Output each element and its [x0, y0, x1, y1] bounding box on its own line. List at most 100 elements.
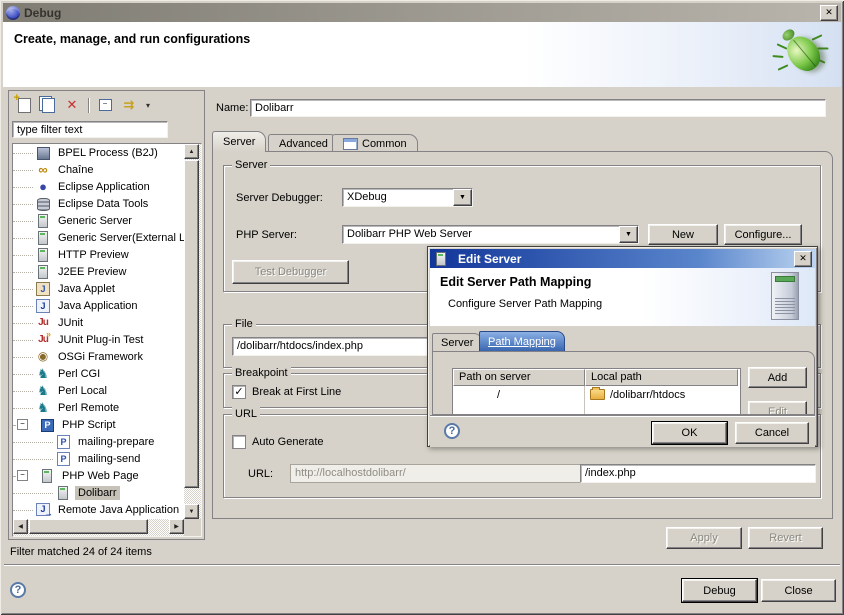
scroll-down-button[interactable]: ▼ — [184, 504, 199, 519]
tab-server[interactable]: Server — [212, 131, 266, 152]
filter-input[interactable]: type filter text — [12, 121, 168, 138]
auto-generate-checkbox[interactable]: ✓ — [232, 435, 246, 449]
tree-item[interactable]: Perl Remote — [13, 399, 184, 416]
column-path-on-server[interactable]: Path on server — [453, 369, 585, 386]
duplicate-configuration-button[interactable] — [38, 96, 58, 114]
filter-button[interactable]: ⇉ — [119, 96, 139, 114]
tree-item[interactable]: HTTP Preview — [13, 246, 184, 263]
new-configuration-button[interactable] — [14, 96, 34, 114]
tree-guide — [13, 373, 33, 375]
ok-button[interactable]: OK — [652, 422, 727, 444]
tree-horizontal-scrollbar[interactable]: ◀ ▶ — [13, 519, 184, 536]
break-first-line-checkbox[interactable]: ✓ — [232, 385, 246, 399]
php-server-select[interactable]: Dolibarr PHP Web Server ▼ — [342, 225, 639, 244]
help-button[interactable]: ? — [10, 582, 26, 598]
name-input[interactable]: Dolibarr — [250, 99, 826, 117]
add-mapping-button[interactable]: Add — [748, 367, 807, 388]
dialog-tab-server[interactable]: Server — [432, 333, 482, 351]
new-configuration-icon — [18, 98, 31, 113]
dialog-close-button[interactable]: ✕ — [794, 251, 812, 267]
test-debugger-button[interactable]: Test Debugger — [232, 260, 349, 284]
tree-item[interactable]: −PHP Script — [13, 416, 184, 433]
collapse-toggle-icon[interactable]: − — [17, 470, 28, 481]
tree-item[interactable]: Java Applet — [13, 280, 184, 297]
tree-item-label: Java Applet — [55, 282, 118, 296]
vertical-scroll-thumb[interactable] — [184, 160, 199, 488]
tree-item[interactable]: mailing-prepare — [13, 433, 184, 450]
dropdown-icon[interactable]: ▼ — [453, 189, 472, 206]
tree-item[interactable]: Eclipse Application — [13, 178, 184, 195]
tree-item[interactable]: Generic Server — [13, 212, 184, 229]
configure-server-button[interactable]: Configure... — [724, 224, 802, 245]
dropdown-icon[interactable]: ▼ — [619, 226, 638, 243]
tree-item[interactable]: Remote Java Application — [13, 501, 184, 518]
tree-item[interactable]: Dolibarr — [13, 484, 184, 501]
tree-item[interactable]: Generic Server(External La — [13, 229, 184, 246]
server-tower-icon — [771, 272, 799, 320]
help-icon: ? — [15, 584, 22, 596]
filter-menu-button[interactable]: ▾ — [143, 96, 153, 114]
tab-common[interactable]: Common — [332, 134, 418, 152]
server-debugger-label: Server Debugger: — [236, 192, 323, 204]
tree-item[interactable]: Eclipse Data Tools — [13, 195, 184, 212]
collapse-toggle-icon[interactable]: − — [17, 419, 28, 430]
horizontal-scroll-thumb[interactable] — [29, 519, 148, 534]
tree-vertical-scrollbar[interactable]: ▲ ▼ — [184, 144, 201, 519]
local-path-value: /dolibarr/htdocs — [610, 389, 685, 401]
tree-item[interactable]: −PHP Web Page — [13, 467, 184, 484]
eclipse-logo-icon — [6, 6, 20, 20]
close-button[interactable]: Close — [761, 579, 836, 602]
tree-item[interactable]: mailing-send — [13, 450, 184, 467]
edit-mapping-button[interactable]: Edit — [748, 401, 807, 415]
tree-item[interactable]: JUnit Plug-in Test — [13, 331, 184, 348]
collapse-all-icon: − — [99, 99, 112, 111]
debug-button[interactable]: Debug — [682, 579, 757, 602]
column-local-path[interactable]: Local path — [585, 369, 738, 386]
edit-server-title-bar[interactable]: Edit Server ✕ — [430, 249, 815, 268]
apply-button[interactable]: Apply — [666, 527, 742, 549]
cancel-button[interactable]: Cancel — [735, 422, 809, 444]
php-server-value: Dolibarr PHP Web Server — [343, 226, 619, 243]
tree-item[interactable]: Perl CGI — [13, 365, 184, 382]
right-icon: ▶ — [174, 523, 179, 530]
tree-item[interactable]: Chaîne — [13, 161, 184, 178]
tree-item[interactable]: Java Application — [13, 297, 184, 314]
tree-guide — [13, 254, 33, 256]
title-bar[interactable]: Debug ✕ — [3, 3, 841, 22]
tree-item[interactable]: BPEL Process (B2J) — [13, 144, 184, 161]
url-file-input[interactable]: /index.php — [580, 464, 816, 483]
url-base-input[interactable]: http://localhostdolibarr/ — [290, 464, 608, 483]
collapse-all-button[interactable]: − — [95, 96, 115, 114]
scroll-left-button[interactable]: ◀ — [13, 519, 28, 534]
revert-button[interactable]: Revert — [748, 527, 823, 549]
tree-item-label: Perl Remote — [55, 401, 122, 415]
dialog-tab-path-mapping[interactable]: Path Mapping — [479, 331, 565, 351]
tree-guide — [13, 458, 53, 460]
window-title: Debug — [24, 6, 61, 20]
tree-item-label: BPEL Process (B2J) — [55, 146, 161, 160]
tree-item-label: Generic Server(External La — [55, 231, 184, 245]
tree-item[interactable]: JUnit — [13, 314, 184, 331]
dialog-help-button[interactable]: ? — [444, 423, 460, 439]
toolbar-separator — [88, 98, 89, 113]
checkmark-icon: ✓ — [234, 387, 243, 397]
delete-configuration-button[interactable]: ✕ — [62, 96, 82, 114]
scroll-up-button[interactable]: ▲ — [184, 144, 199, 159]
window-close-button[interactable]: ✕ — [820, 5, 838, 21]
scroll-right-button[interactable]: ▶ — [169, 519, 184, 534]
tree-item[interactable]: Perl Local — [13, 382, 184, 399]
tree-guide — [13, 305, 33, 307]
tree-item[interactable]: J2EE Preview — [13, 263, 184, 280]
tree-item-label: mailing-send — [75, 452, 143, 466]
table-row[interactable]: / /dolibarr/htdocs — [453, 386, 740, 403]
tree-item[interactable]: OSGi Framework — [13, 348, 184, 365]
auto-generate-label: Auto Generate — [252, 436, 324, 448]
server-debugger-select[interactable]: XDebug ▼ — [342, 188, 473, 207]
tree-guide — [13, 492, 53, 494]
tab-advanced[interactable]: Advanced — [268, 134, 339, 152]
chain-icon — [35, 163, 51, 177]
configurations-tree: BPEL Process (B2J)ChaîneEclipse Applicat… — [12, 143, 202, 537]
new-server-button[interactable]: New — [648, 224, 718, 245]
tree-guide — [13, 288, 33, 290]
name-label: Name: — [216, 102, 248, 114]
